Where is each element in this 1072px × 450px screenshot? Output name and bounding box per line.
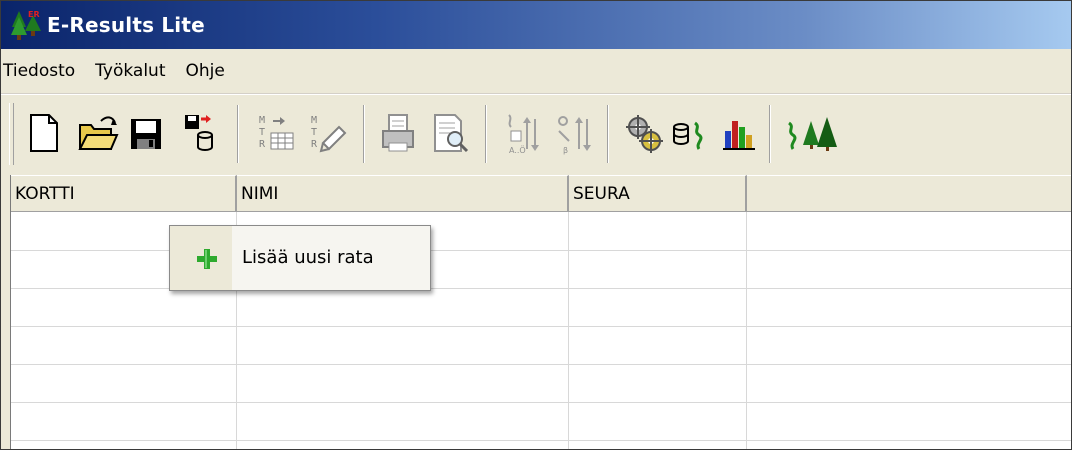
- context-menu: Lisää uusi rata: [169, 225, 431, 291]
- svg-text:M: M: [259, 115, 265, 126]
- svg-text:R: R: [311, 139, 318, 150]
- column-header-empty[interactable]: [747, 175, 1071, 211]
- window-title: E-Results Lite: [47, 13, 205, 37]
- svg-text:T: T: [311, 127, 317, 138]
- open-folder-icon[interactable]: [77, 109, 119, 157]
- app-window: ER E-Results Lite Tiedosto Työkalut Ohje: [0, 0, 1072, 450]
- svg-text:M: M: [311, 115, 317, 126]
- menu-ohje[interactable]: Ohje: [176, 49, 235, 93]
- runner-trees-icon[interactable]: [781, 109, 841, 157]
- new-document-icon[interactable]: [23, 109, 65, 157]
- save-to-database-icon[interactable]: [179, 109, 221, 157]
- app-trees-icon: ER: [9, 7, 45, 43]
- toolbar: MTR MTR A..Ö β: [1, 94, 1071, 176]
- menu-tiedosto[interactable]: Tiedosto: [1, 49, 85, 93]
- grid-row-line: [11, 440, 1071, 441]
- import-table-icon[interactable]: MTR: [255, 109, 297, 157]
- svg-text:R: R: [259, 139, 266, 150]
- bar-chart-icon[interactable]: [717, 109, 759, 157]
- svg-text:A..Ö: A..Ö: [509, 145, 526, 155]
- sort-ascending-icon[interactable]: A..Ö: [501, 109, 543, 157]
- column-header-kortti[interactable]: KORTTI: [11, 175, 237, 211]
- print-preview-icon[interactable]: [429, 109, 471, 157]
- toolbar-grip[interactable]: [9, 103, 14, 165]
- svg-text:T: T: [259, 127, 265, 138]
- menu-bar: Tiedosto Työkalut Ohje: [1, 49, 1071, 94]
- settings-gears-icon[interactable]: [623, 109, 665, 157]
- menu-tyokalut[interactable]: Työkalut: [85, 49, 175, 93]
- edit-names-icon[interactable]: MTR: [307, 109, 349, 157]
- grid-row-line: [11, 364, 1071, 365]
- column-header-seura[interactable]: SEURA: [569, 175, 747, 211]
- grid-row-line: [11, 326, 1071, 327]
- menu-item-add-new-course[interactable]: Lisää uusi rata: [242, 226, 374, 290]
- grid-row-header-strip: [1, 175, 11, 449]
- svg-text:β: β: [563, 146, 568, 155]
- title-bar[interactable]: ER E-Results Lite: [1, 1, 1071, 49]
- grid-row-line: [11, 402, 1071, 403]
- sort-descending-icon[interactable]: β: [553, 109, 595, 157]
- grid-column-line: [746, 212, 747, 449]
- plus-icon: [196, 248, 218, 270]
- grid-column-line: [568, 212, 569, 449]
- grid-header: KORTTI NIMI SEURA: [11, 175, 1071, 212]
- print-icon[interactable]: [377, 109, 419, 157]
- save-floppy-icon[interactable]: [125, 109, 167, 157]
- database-runner-icon[interactable]: [669, 109, 711, 157]
- results-grid[interactable]: KORTTI NIMI SEURA: [11, 175, 1071, 449]
- svg-text:ER: ER: [28, 10, 40, 19]
- column-header-nimi[interactable]: NIMI: [237, 175, 569, 211]
